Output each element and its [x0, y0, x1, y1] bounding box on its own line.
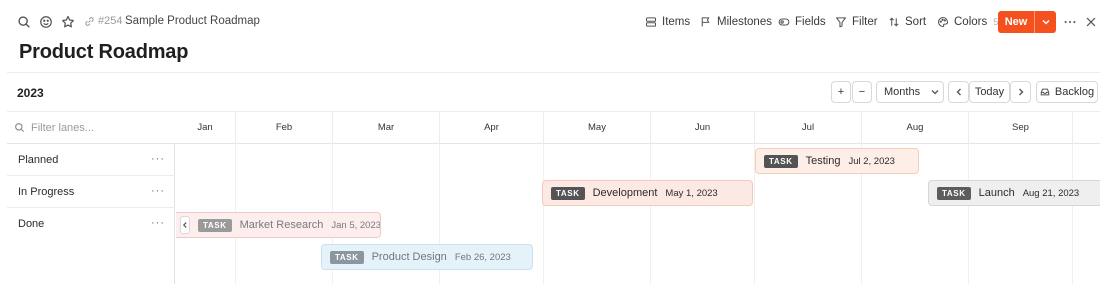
scale-select-value: Months [884, 86, 921, 98]
lane-column: Planned ··· In Progress ··· Done ··· [7, 144, 175, 284]
task-name: Launch [978, 187, 1015, 199]
grid-line [543, 144, 544, 284]
grid-line [968, 144, 969, 284]
items-label: Items [662, 16, 691, 28]
task-date: Aug 21, 2023 [1022, 187, 1080, 199]
zoom-out-button[interactable]: − [852, 81, 872, 103]
task-date: May 1, 2023 [665, 187, 718, 199]
task-bar-development[interactable]: TASK Development May 1, 2023 [542, 180, 753, 206]
next-button[interactable] [1010, 81, 1031, 103]
month-header: Aug [861, 112, 968, 144]
flag-icon [701, 17, 710, 27]
new-button-label: New [1004, 16, 1028, 28]
task-date: Jan 5, 2023 [331, 219, 381, 231]
backlog-button[interactable]: Backlog [1036, 81, 1098, 103]
task-tag: TASK [198, 218, 232, 232]
milestones-button[interactable]: Milestones [700, 14, 772, 30]
top-toolbar: #254 Sample Product Roadmap Items Milest… [0, 0, 1100, 44]
lane-in-progress[interactable]: In Progress ··· [7, 176, 175, 208]
lane-more-button[interactable]: ··· [151, 185, 165, 197]
previous-button[interactable] [948, 81, 969, 103]
month-header: Jan [175, 112, 235, 144]
task-bar-market-research[interactable]: TASK Market Research Jan 5, 2023 [176, 212, 381, 238]
new-button[interactable]: New [998, 11, 1056, 33]
month-header: Jul [754, 112, 861, 144]
task-bar-product-design[interactable]: TASK Product Design Feb 26, 2023 [321, 244, 533, 270]
chevron-down-icon [931, 90, 939, 95]
emoji-icon[interactable] [38, 14, 54, 30]
page-reference[interactable]: #254 [84, 15, 122, 27]
fields-icon [778, 18, 790, 26]
lane-planned[interactable]: Planned ··· [7, 144, 175, 176]
filter-lanes-placeholder: Filter lanes... [31, 121, 94, 134]
page-reference-number: #254 [98, 15, 123, 27]
palette-icon [937, 16, 949, 28]
fields-label: Fields [795, 16, 826, 28]
chevron-down-icon[interactable] [1035, 17, 1056, 27]
page-title: Product Roadmap [19, 41, 189, 63]
today-button[interactable]: Today [969, 81, 1010, 103]
lane-more-button[interactable]: ··· [151, 153, 165, 165]
month-header: Feb [235, 112, 332, 144]
task-tag: TASK [764, 154, 798, 168]
lane-label: Done [18, 218, 45, 230]
month-header: Jun [650, 112, 754, 144]
sort-button[interactable]: Sort [888, 14, 926, 30]
fields-button[interactable]: Fields [778, 14, 826, 30]
filter-button[interactable]: Filter [835, 14, 878, 30]
search-icon [15, 123, 25, 133]
lane-more-button[interactable]: ··· [151, 217, 165, 229]
items-icon [645, 17, 657, 27]
task-bar-testing[interactable]: TASK Testing Jul 2, 2023 [755, 148, 919, 174]
sort-label: Sort [905, 16, 927, 28]
chevron-left-icon[interactable] [180, 216, 190, 234]
backlog-label: Backlog [1054, 86, 1095, 98]
backlog-icon [1040, 88, 1050, 96]
task-name: Product Design [371, 251, 447, 263]
colors-label: Colors [954, 16, 988, 28]
sort-icon [889, 17, 899, 27]
colors-button[interactable]: Colors 5 [937, 14, 998, 30]
month-header: Mar [332, 112, 439, 144]
task-tag: TASK [937, 186, 971, 200]
close-icon[interactable] [1083, 14, 1099, 30]
more-icon[interactable] [1062, 14, 1078, 30]
chevron-right-icon [1018, 88, 1023, 96]
lane-done[interactable]: Done ··· [7, 208, 175, 240]
task-tag: TASK [330, 250, 364, 264]
lane-label: In Progress [18, 185, 75, 198]
task-name: Market Research [239, 219, 324, 231]
grid-line [1072, 144, 1073, 284]
task-name: Testing [805, 155, 841, 167]
task-date: Feb 26, 2023 [454, 251, 511, 263]
breadcrumb-title[interactable]: Sample Product Roadmap [125, 15, 260, 27]
task-bar-launch[interactable]: TASK Launch Aug 21, 2023 [928, 180, 1100, 206]
month-header: Sep [968, 112, 1072, 144]
chevron-left-icon [956, 88, 961, 96]
timeline-header: 2023 + − Months Today Backlog [7, 72, 1100, 112]
milestones-label: Milestones [717, 16, 772, 28]
month-header: Apr [439, 112, 543, 144]
task-tag: TASK [551, 186, 585, 200]
link-icon [85, 16, 94, 26]
month-header [1072, 112, 1100, 144]
task-name: Development [592, 187, 658, 199]
task-date: Jul 2, 2023 [848, 155, 895, 167]
items-button[interactable]: Items [645, 14, 690, 30]
zoom-in-button[interactable]: + [831, 81, 851, 103]
grid-line [650, 144, 651, 284]
timeline-grid: Filter lanes... Jan Feb Mar Apr May Jun … [7, 112, 1100, 284]
search-icon[interactable] [16, 14, 32, 30]
star-icon[interactable] [60, 14, 76, 30]
filter-label: Filter [852, 16, 878, 28]
lane-label: Planned [18, 153, 59, 166]
month-header: May [543, 112, 650, 144]
filter-lanes-input[interactable]: Filter lanes... [7, 112, 175, 144]
filter-icon [835, 17, 847, 28]
scale-select[interactable]: Months [876, 81, 944, 103]
year-label: 2023 [17, 86, 44, 100]
